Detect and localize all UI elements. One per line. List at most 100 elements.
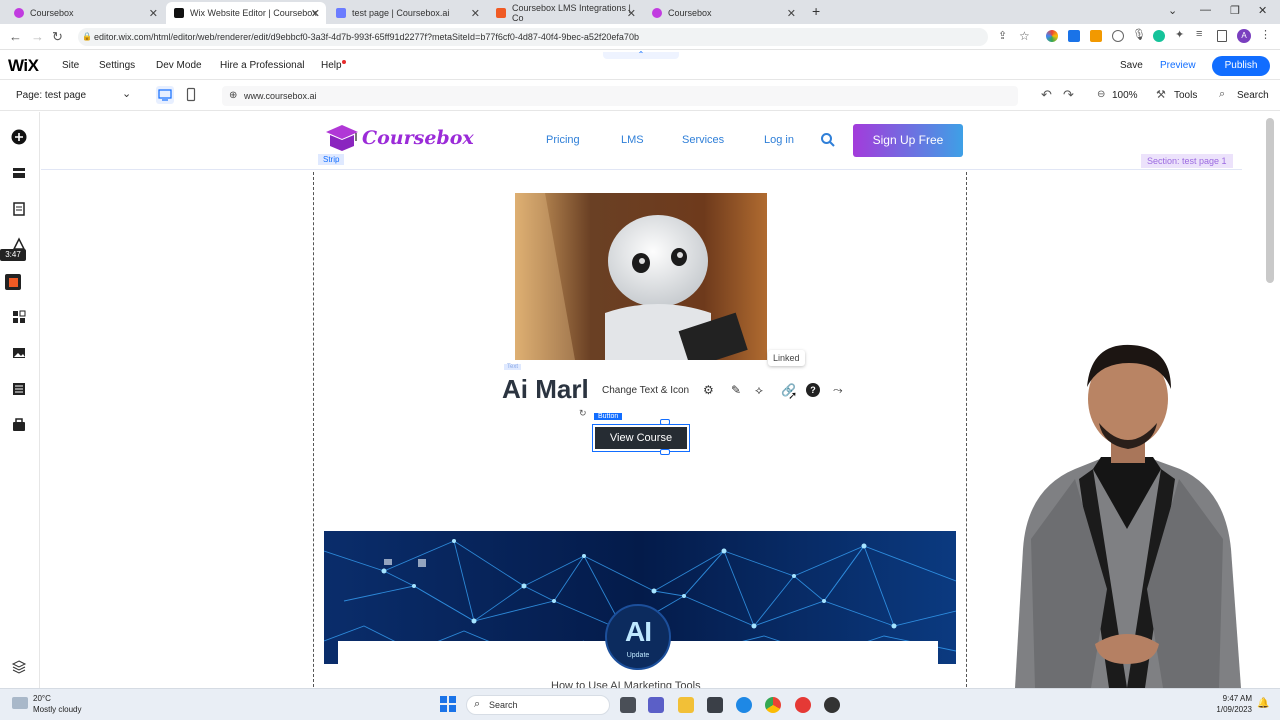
- teams-chat-icon[interactable]: [648, 697, 664, 713]
- chrome-browser-icon[interactable]: [765, 697, 781, 713]
- microphone-icon[interactable]: 🎙: [1132, 28, 1146, 41]
- cms-icon[interactable]: [11, 381, 27, 397]
- desktop-view-icon[interactable]: [156, 86, 174, 104]
- extension-orange-icon[interactable]: [1090, 30, 1102, 42]
- bookmark-star-icon[interactable]: ☆: [1019, 29, 1030, 43]
- extension-lens-icon[interactable]: [1112, 30, 1124, 42]
- site-search-icon[interactable]: [820, 132, 836, 151]
- edit-pencil-icon[interactable]: ✎: [731, 383, 741, 397]
- tab-close-icon[interactable]: ✕: [311, 7, 320, 20]
- extensions-puzzle-icon[interactable]: ✦: [1175, 28, 1184, 41]
- menu-settings[interactable]: Settings: [99, 60, 135, 71]
- tab-close-icon[interactable]: ✕: [627, 7, 636, 20]
- zoom-level[interactable]: 100%: [1112, 90, 1138, 101]
- sign-up-free-button[interactable]: Sign Up Free: [853, 124, 963, 157]
- undo-icon[interactable]: ↶: [1041, 87, 1052, 103]
- weather-temperature[interactable]: 20°C: [33, 694, 51, 703]
- weather-condition[interactable]: Mostly cloudy: [33, 705, 81, 714]
- page-dropdown-chevron-icon[interactable]: ⌄: [122, 87, 131, 100]
- profile-avatar[interactable]: A: [1237, 29, 1251, 43]
- menu-dev-mode[interactable]: Dev Mode: [156, 60, 202, 71]
- notifications-icon[interactable]: 🔔: [1257, 698, 1269, 709]
- add-elements-icon[interactable]: [11, 129, 27, 145]
- clock-time[interactable]: 9:47 AM: [1218, 694, 1252, 703]
- edge-browser-icon[interactable]: [736, 697, 752, 713]
- connect-data-icon[interactable]: ⤳: [833, 383, 843, 398]
- page-selector[interactable]: Page: test page: [16, 90, 86, 101]
- animation-icon[interactable]: ⟡: [755, 383, 763, 398]
- menu-hire-professional[interactable]: Hire a Professional: [220, 60, 304, 71]
- hero-heading[interactable]: Ai Marl: [502, 374, 589, 405]
- tab-search-chevron-icon[interactable]: ⌄: [1168, 4, 1177, 17]
- add-section-icon[interactable]: [11, 165, 27, 181]
- extension-color-icon[interactable]: [1046, 30, 1058, 42]
- app-market-icon[interactable]: [11, 309, 27, 325]
- site-nav-lms[interactable]: LMS: [621, 134, 644, 146]
- help-question-icon[interactable]: ?: [806, 383, 820, 397]
- site-logo-text[interactable]: Coursebox: [362, 127, 474, 149]
- media-player-icon[interactable]: [824, 697, 840, 713]
- back-arrow-icon[interactable]: ←: [9, 29, 22, 44]
- file-explorer-icon[interactable]: [678, 697, 694, 713]
- mobile-view-icon[interactable]: [184, 87, 198, 106]
- window-close-icon[interactable]: ✕: [1258, 4, 1267, 17]
- reload-icon[interactable]: ↻: [52, 29, 63, 45]
- resize-handle-top[interactable]: [660, 419, 670, 425]
- task-view-icon[interactable]: [620, 697, 636, 713]
- address-bar[interactable]: 🔒 editor.wix.com/html/editor/web/rendere…: [78, 28, 988, 46]
- new-tab-button[interactable]: +: [812, 3, 820, 19]
- save-button[interactable]: Save: [1120, 60, 1143, 71]
- coursebox-logo-icon[interactable]: [324, 124, 360, 155]
- record-stop-icon[interactable]: [5, 274, 21, 290]
- business-tools-icon[interactable]: [11, 417, 27, 433]
- tab-close-icon[interactable]: ✕: [471, 7, 480, 20]
- change-text-icon-button[interactable]: Change Text & Icon: [602, 385, 689, 396]
- menu-help[interactable]: Help: [321, 60, 342, 71]
- media-icon[interactable]: [11, 345, 27, 361]
- menu-site[interactable]: Site: [62, 60, 79, 71]
- design-toolbar-icon[interactable]: ⚙: [703, 383, 714, 397]
- browser-tab-coursebox[interactable]: Coursebox ✕: [6, 2, 164, 24]
- browser-tab-test-page[interactable]: test page | Coursebox.ai ✕: [328, 2, 486, 24]
- site-url-field[interactable]: ⊕ www.coursebox.ai: [222, 86, 1018, 106]
- grammarly-icon[interactable]: [1153, 30, 1165, 42]
- side-panel-icon[interactable]: [1217, 30, 1227, 42]
- browser-tab-wix-editor[interactable]: Wix Website Editor | Coursebox ✕: [166, 2, 326, 24]
- wix-logo[interactable]: WiX: [8, 56, 39, 76]
- share-icon[interactable]: ⇪: [998, 29, 1007, 42]
- resize-handle-bottom[interactable]: [660, 449, 670, 455]
- preview-button[interactable]: Preview: [1160, 60, 1196, 71]
- weather-icon[interactable]: [12, 697, 28, 709]
- tools-button[interactable]: Tools: [1174, 90, 1197, 101]
- maximize-icon[interactable]: ❐: [1230, 4, 1240, 17]
- tab-close-icon[interactable]: ✕: [787, 7, 796, 20]
- layers-icon[interactable]: [11, 659, 27, 675]
- minimize-icon[interactable]: —: [1200, 4, 1211, 16]
- opera-browser-icon[interactable]: [795, 697, 811, 713]
- rotate-handle-icon[interactable]: ↻: [579, 408, 587, 419]
- reading-list-icon[interactable]: ≡: [1196, 28, 1202, 40]
- forward-arrow-icon[interactable]: →: [31, 29, 44, 44]
- robot-image[interactable]: [515, 193, 767, 360]
- canvas-scrollbar[interactable]: [1266, 118, 1274, 283]
- editor-canvas[interactable]: Coursebox Pricing LMS Services Log in Si…: [41, 112, 1242, 688]
- collapse-handle-icon[interactable]: ⌃: [603, 51, 679, 59]
- clock-date[interactable]: 1/09/2023: [1210, 705, 1252, 714]
- search-button[interactable]: Search: [1237, 90, 1269, 101]
- redo-icon[interactable]: ↷: [1063, 87, 1074, 103]
- taskbar-search-box[interactable]: ⌕ Search: [466, 695, 610, 715]
- site-nav-login[interactable]: Log in: [764, 134, 794, 146]
- site-nav-services[interactable]: Services: [682, 134, 724, 146]
- extension-translate-icon[interactable]: [1068, 30, 1080, 42]
- tab-close-icon[interactable]: ✕: [149, 7, 158, 20]
- view-course-button[interactable]: View Course: [595, 427, 687, 449]
- browser-tab-coursebox-2[interactable]: Coursebox ✕: [644, 2, 802, 24]
- windows-start-icon[interactable]: [440, 696, 456, 715]
- browser-tab-lms-integrations[interactable]: Coursebox LMS Integrations | Co ✕: [488, 2, 642, 24]
- browser-menu-icon[interactable]: ⋮: [1260, 28, 1271, 41]
- article-caption[interactable]: How to Use AI Marketing Tools: [551, 680, 701, 688]
- publish-button[interactable]: Publish: [1212, 56, 1270, 76]
- pages-menu-icon[interactable]: [11, 201, 27, 217]
- site-nav-pricing[interactable]: Pricing: [546, 134, 580, 146]
- microsoft-store-icon[interactable]: [707, 697, 723, 713]
